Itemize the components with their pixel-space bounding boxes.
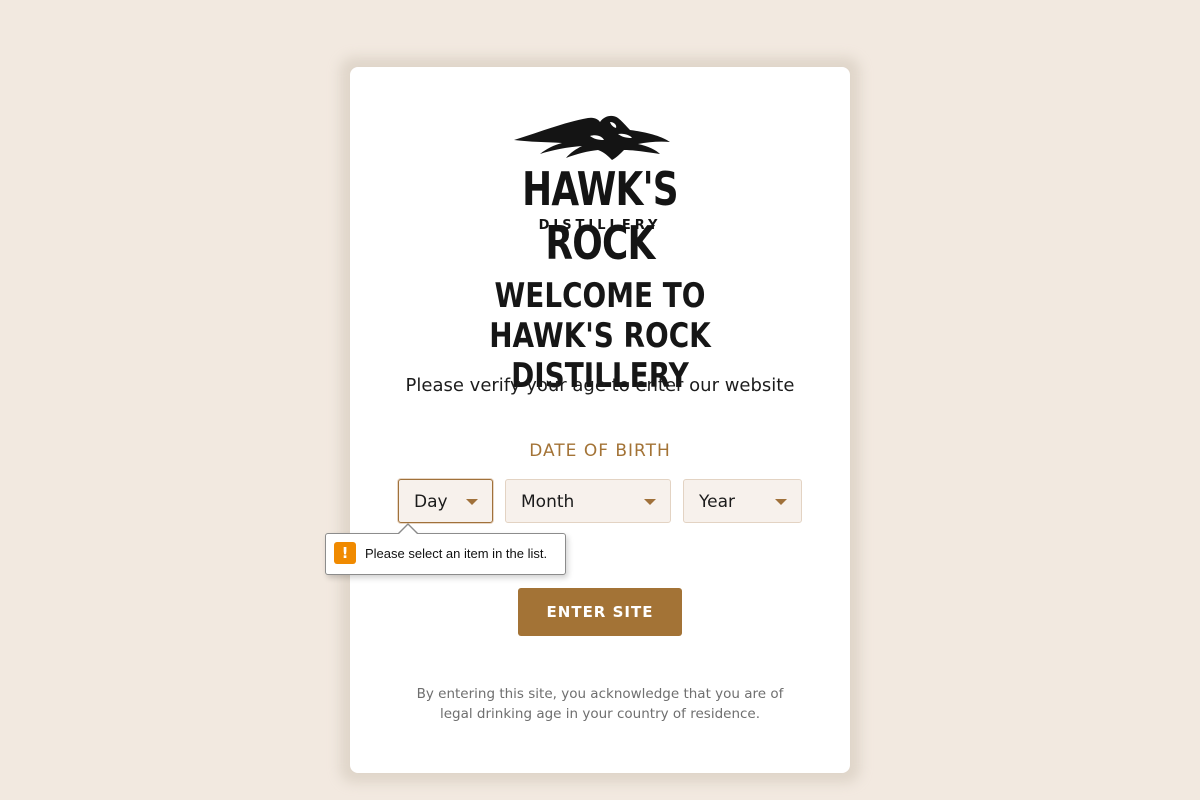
year-select-value: Year xyxy=(699,492,735,512)
legal-disclaimer: By entering this site, you acknowledge t… xyxy=(416,686,784,722)
logo-subtitle: DISTILLERY xyxy=(538,218,662,233)
chevron-down-icon xyxy=(466,499,478,505)
chevron-down-icon xyxy=(775,499,787,505)
validation-message: Please select an item in the list. xyxy=(365,546,548,561)
page-subtitle: Please verify your age to enter our webs… xyxy=(405,375,795,396)
month-select[interactable]: Month xyxy=(505,479,671,523)
day-select[interactable]: Day xyxy=(398,479,493,523)
logo-wordmark: HAWK'S ROCK xyxy=(522,162,678,270)
enter-site-button[interactable]: ENTER SITE xyxy=(518,588,682,636)
hawk-icon xyxy=(514,115,670,160)
tooltip-arrow-fill xyxy=(399,525,417,534)
day-select-value: Day xyxy=(414,492,448,512)
date-of-birth-label: DATE OF BIRTH xyxy=(529,441,671,461)
age-gate-page: HAWK'S ROCK DISTILLERY WELCOME TO HAWK'S… xyxy=(0,0,1200,800)
brand-logo: HAWK'S ROCK DISTILLERY xyxy=(470,110,730,270)
year-select[interactable]: Year xyxy=(683,479,802,523)
warning-icon: ! xyxy=(334,542,356,564)
validation-tooltip: ! Please select an item in the list. xyxy=(325,533,566,575)
month-select-value: Month xyxy=(521,492,575,512)
chevron-down-icon xyxy=(644,499,656,505)
